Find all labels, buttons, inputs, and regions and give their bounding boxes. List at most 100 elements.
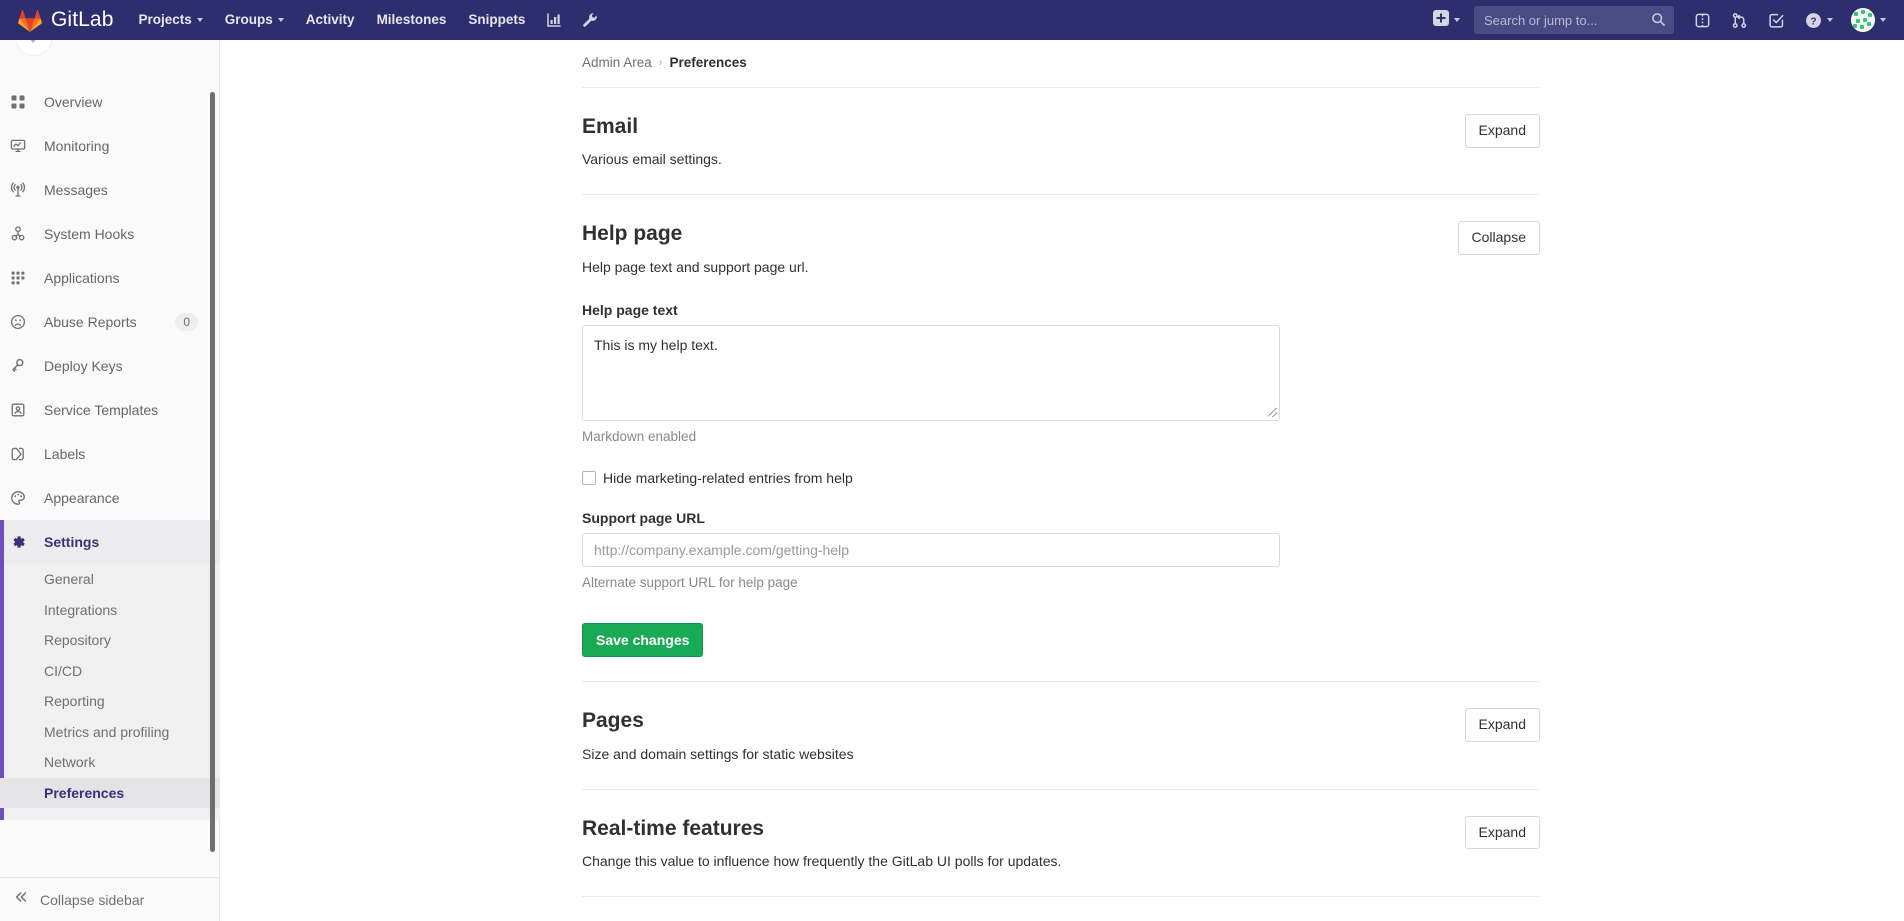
help-page-text-field: Help page text Markdown enabled [582, 302, 1540, 447]
chevron-down-icon [278, 18, 284, 22]
sidebar-item-appearance[interactable]: Appearance [0, 476, 220, 520]
nav-link-activity[interactable]: Activity [295, 0, 366, 40]
analytics-link[interactable] [536, 0, 572, 40]
top-navbar: GitLab Projects Groups Activity Mileston… [0, 0, 1904, 40]
search-input[interactable] [1474, 6, 1674, 34]
issues-link[interactable] [1684, 0, 1721, 40]
textarea-wrapper [582, 325, 1280, 421]
sidebar-item-label: System Hooks [44, 226, 134, 242]
sidebar-scroll-area: Overview Monitoring [0, 40, 220, 880]
merge-requests-icon [1731, 12, 1748, 29]
expand-pages-button[interactable]: Expand [1465, 708, 1540, 742]
section-description: Help page text and support page url. [582, 257, 1540, 278]
section-email: Email Various email settings. Expand [582, 88, 1540, 195]
search-box[interactable] [1474, 6, 1674, 34]
key-icon [10, 358, 34, 374]
create-new-button[interactable] [1423, 6, 1468, 34]
todos-icon [1768, 12, 1785, 29]
sidebar-subitem-metrics-and-profiling[interactable]: Metrics and profiling [0, 717, 220, 748]
sidebar-item-settings[interactable]: Settings [0, 520, 220, 564]
monitor-icon [10, 138, 34, 154]
breadcrumb-admin-area[interactable]: Admin Area [582, 55, 652, 70]
collapse-help-page-button[interactable]: Collapse [1458, 221, 1540, 255]
sidebar-item-messages[interactable]: Messages [0, 168, 220, 212]
sidebar-subitem-network[interactable]: Network [0, 747, 220, 778]
nav-links: Projects Groups Activity Milestones Snip… [127, 0, 608, 40]
hide-marketing-checkbox-row[interactable]: Hide marketing-related entries from help [582, 470, 1540, 486]
abuse-reports-count-badge: 0 [175, 313, 198, 331]
sidebar-settings-submenu: General Integrations Repository CI/CD Re… [0, 564, 220, 820]
avatar [1851, 8, 1875, 32]
sidebar-subitem-cicd[interactable]: CI/CD [0, 656, 220, 687]
sidebar-item-deploy-keys[interactable]: Deploy Keys [0, 344, 220, 388]
nav-link-projects[interactable]: Projects [127, 0, 213, 40]
sidebar-subitem-repository[interactable]: Repository [0, 625, 220, 656]
hide-marketing-label[interactable]: Hide marketing-related entries from help [603, 470, 853, 486]
help-page-text-label: Help page text [582, 302, 1540, 318]
gitlab-logo-link[interactable]: GitLab [0, 0, 127, 40]
template-icon [10, 402, 34, 418]
sidebar-item-labels[interactable]: Labels [0, 432, 220, 476]
sidebar-scrollbar[interactable] [210, 92, 215, 852]
svg-text:?: ? [1810, 16, 1816, 27]
todos-link[interactable] [1758, 0, 1795, 40]
hide-marketing-checkbox[interactable] [582, 471, 596, 485]
tanuki-logo-icon [18, 9, 42, 32]
sidebar-item-abuse-reports[interactable]: Abuse Reports 0 [0, 300, 220, 344]
merge-requests-link[interactable] [1721, 0, 1758, 40]
expand-real-time-features-button[interactable]: Expand [1465, 816, 1540, 850]
breadcrumb-separator-icon: › [659, 57, 663, 69]
appearance-icon [10, 490, 34, 506]
sidebar-item-label: Service Templates [44, 402, 158, 418]
sidebar-item-label: Abuse Reports [44, 314, 137, 330]
section-title: Pages [582, 708, 1540, 734]
section-real-time-features: Real-time features Change this value to … [582, 790, 1540, 897]
markdown-enabled-hint: Markdown enabled [582, 428, 1540, 447]
sidebar-item-applications[interactable]: Applications [0, 256, 220, 300]
gear-icon [10, 534, 34, 550]
help-icon: ? [1805, 12, 1822, 29]
support-page-url-input[interactable] [582, 533, 1280, 567]
help-menu-button[interactable]: ? [1795, 0, 1843, 40]
submenu-spacer [0, 808, 220, 820]
sidebar-subitem-preferences[interactable]: Preferences [0, 778, 220, 809]
sidebar-menu: Overview Monitoring [0, 40, 220, 820]
nav-link-activity-label: Activity [306, 0, 355, 40]
sidebar-subitem-general[interactable]: General [0, 564, 220, 595]
collapse-sidebar-button[interactable]: Collapse sidebar [0, 877, 219, 921]
admin-wrench-link[interactable] [572, 0, 608, 40]
sidebar-item-service-templates[interactable]: Service Templates [0, 388, 220, 432]
section-title: Real-time features [582, 816, 1540, 842]
applications-icon [10, 270, 34, 286]
section-description: Change this value to influence how frequ… [582, 851, 1540, 872]
expand-email-button[interactable]: Expand [1465, 114, 1540, 148]
section-description: Size and domain settings for static webs… [582, 744, 1540, 765]
sidebar-subitem-reporting[interactable]: Reporting [0, 686, 220, 717]
chevron-down-icon [1827, 18, 1833, 22]
plus-icon [1433, 10, 1449, 31]
breadcrumb-current: Preferences [669, 55, 746, 70]
help-page-text-textarea[interactable] [582, 325, 1280, 421]
nav-link-snippets-label: Snippets [468, 0, 525, 40]
sidebar-item-label: Messages [44, 182, 108, 198]
user-menu-button[interactable] [1843, 4, 1890, 36]
nav-link-groups[interactable]: Groups [214, 0, 295, 40]
chevron-down-icon [1880, 18, 1886, 22]
nav-link-groups-label: Groups [225, 0, 273, 40]
admin-sidebar: Overview Monitoring [0, 40, 220, 921]
sidebar-subitem-integrations[interactable]: Integrations [0, 595, 220, 626]
hook-icon [10, 226, 34, 242]
overview-icon [10, 94, 34, 110]
sidebar-item-overview[interactable]: Overview [0, 80, 220, 124]
support-page-url-label: Support page URL [582, 510, 1540, 526]
nav-link-projects-label: Projects [138, 0, 191, 40]
sidebar-item-label: Deploy Keys [44, 358, 123, 374]
sidebar-item-monitoring[interactable]: Monitoring [0, 124, 220, 168]
nav-link-snippets[interactable]: Snippets [457, 0, 536, 40]
section-title: Help page [582, 221, 1540, 247]
sidebar-item-label: Monitoring [44, 138, 109, 154]
abuse-icon [10, 314, 34, 330]
sidebar-item-system-hooks[interactable]: System Hooks [0, 212, 220, 256]
nav-link-milestones[interactable]: Milestones [366, 0, 458, 40]
save-changes-button[interactable]: Save changes [582, 623, 703, 657]
